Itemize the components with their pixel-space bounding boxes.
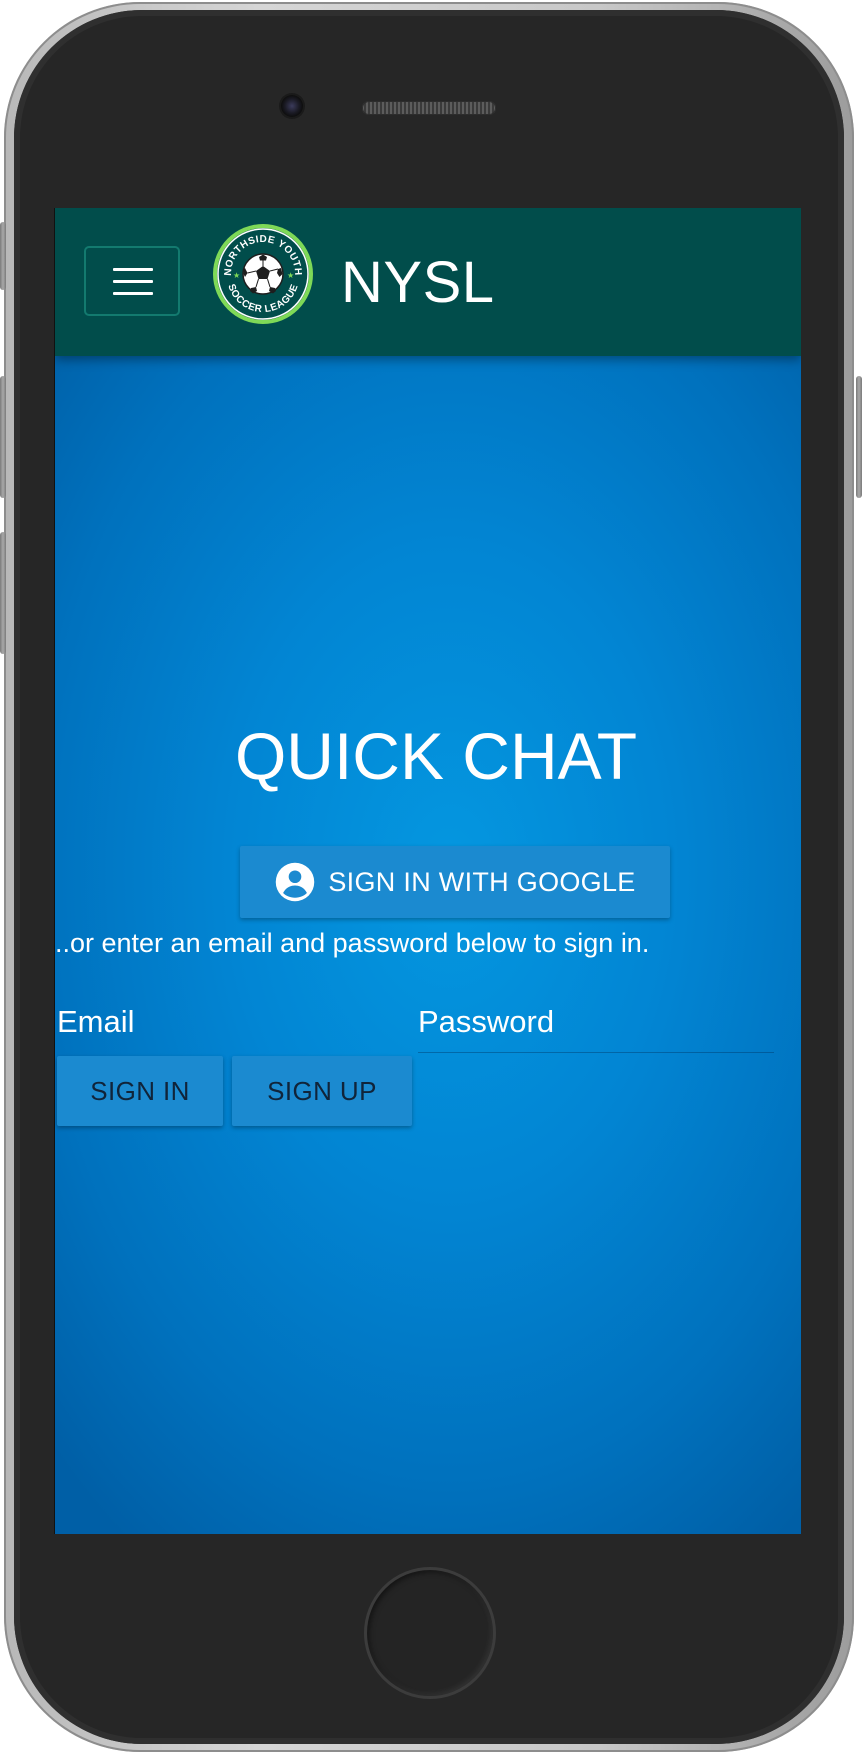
sign-in-button[interactable]: SIGN IN [57,1056,223,1126]
page-title: QUICK CHAT [234,719,638,793]
password-underline [418,1052,774,1053]
sign-in-hint: ..or enter an email and password below t… [55,928,650,958]
nysl-logo[interactable]: NORTHSIDE YOUTH SOCCER LEAGUE ★ ★ [211,222,315,326]
volume-down-button [0,532,6,654]
password-field[interactable]: Password [418,1004,554,1040]
svg-text:★: ★ [287,271,294,280]
power-button [856,376,862,498]
menu-toggle-button[interactable] [84,246,180,316]
volume-up-button [0,376,6,498]
google-sign-in-button[interactable]: SIGN IN WITH GOOGLE [240,846,670,918]
home-button[interactable] [364,1567,496,1699]
email-field[interactable]: Email [57,1004,135,1040]
sign-up-button[interactable]: SIGN UP [232,1056,412,1126]
earpiece-speaker [362,101,496,115]
navbar: NORTHSIDE YOUTH SOCCER LEAGUE ★ ★ NYSL [55,208,801,356]
front-camera [281,95,303,117]
svg-text:★: ★ [233,271,240,280]
google-sign-in-label: SIGN IN WITH GOOGLE [328,866,636,897]
account-circle-icon [276,862,315,902]
brand-title[interactable]: NYSL [341,246,495,320]
soccer-ball-icon [242,253,284,295]
mute-switch [0,222,6,290]
phone-screen: NORTHSIDE YOUTH SOCCER LEAGUE ★ ★ NYSL Q… [54,208,801,1534]
